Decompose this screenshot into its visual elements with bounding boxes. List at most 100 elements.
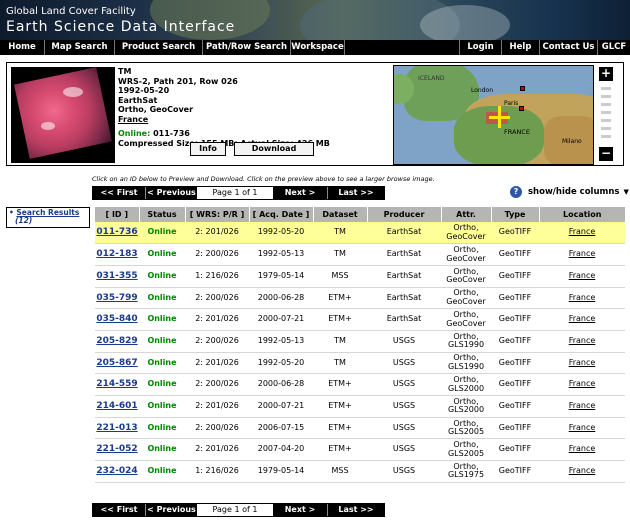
table-row[interactable]: 214-559 Online 2: 200/026 2000-06-28 ETM+ USG… <box>95 373 625 396</box>
cell-location-text[interactable]: France <box>569 444 596 454</box>
nav-contact-us[interactable]: Contact Us <box>540 40 598 55</box>
cell-id-text[interactable]: 031-355 <box>96 271 137 281</box>
cell-id[interactable]: 214-559 <box>95 373 139 396</box>
cell-id[interactable]: 221-013 <box>95 417 139 440</box>
nav-path-row-search[interactable]: Path/Row Search <box>203 40 291 55</box>
cell-location[interactable]: France <box>539 265 625 288</box>
cell-id[interactable]: 205-867 <box>95 352 139 375</box>
info-button[interactable]: Info <box>190 142 226 156</box>
next-page-button[interactable]: Next > <box>273 504 327 516</box>
search-results-box[interactable]: • Search Results (12) <box>6 207 90 228</box>
scene-location[interactable]: France <box>118 115 388 125</box>
nav-help[interactable]: Help <box>502 40 540 55</box>
cell-id-text[interactable]: 011-736 <box>96 227 137 237</box>
col-header-date[interactable]: [ Acq. Date ] <box>249 207 314 222</box>
zoom-level-tick[interactable] <box>601 95 611 98</box>
previous-page-button[interactable]: < Previous <box>145 187 197 199</box>
cell-id-text[interactable]: 214-601 <box>96 401 137 411</box>
nav-map-search[interactable]: Map Search <box>45 40 115 55</box>
cell-id[interactable]: 031-355 <box>95 265 139 288</box>
show-hide-columns[interactable]: ? show/hide columns ▼ <box>510 186 629 198</box>
col-header-wrs[interactable]: [ WRS: P/R ] <box>185 207 250 222</box>
help-icon[interactable]: ? <box>510 186 522 198</box>
table-row[interactable]: 205-829 Online 2: 200/026 1992-05-13 TM USGS O… <box>95 330 625 353</box>
cell-id-text[interactable]: 214-559 <box>96 379 137 389</box>
download-button[interactable]: Download <box>234 142 314 156</box>
cell-location-text[interactable]: France <box>569 271 596 280</box>
cell-location[interactable]: France <box>539 352 625 375</box>
cell-location[interactable]: France <box>539 308 625 331</box>
nav-workspace[interactable]: Workspace <box>291 40 345 55</box>
table-row[interactable]: 012-183 Online 2: 200/026 1992-05-13 TM Earth… <box>95 243 625 266</box>
nav-home[interactable]: Home <box>0 40 45 55</box>
cell-location[interactable]: France <box>539 417 625 440</box>
zoom-level-tick[interactable] <box>601 135 611 138</box>
cell-id-text[interactable]: 221-013 <box>96 423 137 433</box>
zoom-out-icon[interactable]: − <box>599 147 613 161</box>
cell-location-text[interactable]: France <box>569 293 596 302</box>
cell-id[interactable]: 205-829 <box>95 330 139 353</box>
cell-id-text[interactable]: 035-799 <box>96 293 137 303</box>
first-page-button[interactable]: << First <box>93 187 145 199</box>
nav-product-search[interactable]: Product Search <box>115 40 203 55</box>
zoom-in-icon[interactable]: + <box>599 67 613 81</box>
nav-login[interactable]: Login <box>460 40 502 55</box>
cell-id-text[interactable]: 012-183 <box>96 249 137 259</box>
last-page-button[interactable]: Last >> <box>327 187 384 199</box>
cell-location-text[interactable]: France <box>569 336 596 345</box>
table-row[interactable]: 031-355 Online 1: 216/026 1979-05-14 MSS Eart… <box>95 265 625 288</box>
first-page-button[interactable]: << First <box>93 504 145 516</box>
show-hide-label[interactable]: show/hide columns <box>528 187 620 197</box>
table-row[interactable]: 214-601 Online 2: 201/026 2000-07-21 ETM+ USG… <box>95 395 625 418</box>
cell-location[interactable]: France <box>539 460 625 483</box>
cell-location[interactable]: France <box>539 438 625 462</box>
table-row[interactable]: 232-024 Online 1: 216/026 1979-05-14 MSS USGS… <box>95 460 625 483</box>
cell-location-text[interactable]: France <box>569 466 596 475</box>
next-page-button[interactable]: Next > <box>273 187 327 199</box>
table-row[interactable]: 035-840 Online 2: 201/026 2000-07-21 ETM+ Ear… <box>95 308 625 331</box>
cell-id[interactable]: 035-840 <box>95 308 139 331</box>
cell-location[interactable]: France <box>539 395 625 418</box>
table-row[interactable]: 221-052 Online 2: 201/026 2007-04-20 ETM+ USG… <box>95 438 625 462</box>
cell-location[interactable]: France <box>539 243 625 266</box>
location-map[interactable]: ICELAND London Paris FRANCE Milano <box>393 65 594 165</box>
cell-location[interactable]: France <box>539 330 625 353</box>
cell-id[interactable]: 214-601 <box>95 395 139 418</box>
cell-location[interactable]: France <box>539 287 625 310</box>
zoom-level-tick[interactable] <box>601 119 611 122</box>
cell-id[interactable]: 035-799 <box>95 287 139 310</box>
cell-id-text[interactable]: 221-052 <box>96 444 137 454</box>
cell-location-text[interactable]: France <box>569 358 596 367</box>
cell-location-text[interactable]: France <box>569 401 596 410</box>
browse-image[interactable] <box>11 67 115 163</box>
cell-location-text[interactable]: France <box>569 314 596 324</box>
chevron-down-icon[interactable]: ▼ <box>624 188 629 196</box>
cell-id[interactable]: 011-736 <box>95 222 139 245</box>
cell-id-text[interactable]: 205-867 <box>96 358 137 368</box>
cell-id[interactable]: 232-024 <box>95 460 139 483</box>
cell-id-text[interactable]: 205-829 <box>96 336 137 346</box>
cell-id-text[interactable]: 232-024 <box>96 466 137 476</box>
previous-page-button[interactable]: < Previous <box>145 504 197 516</box>
cell-producer-text: EarthSat <box>386 270 422 280</box>
cell-location-text[interactable]: France <box>569 227 596 237</box>
cell-id-text[interactable]: 035-840 <box>96 314 137 324</box>
cell-location-text[interactable]: France <box>569 249 596 259</box>
zoom-level-tick[interactable] <box>601 127 611 130</box>
cell-location-text[interactable]: France <box>569 423 596 432</box>
cell-location-text[interactable]: France <box>569 379 596 389</box>
nav-glcf[interactable]: GLCF <box>598 40 630 55</box>
table-row[interactable]: 011-736 Online 2: 201/026 1992-05-20 TM Earth… <box>95 222 625 245</box>
cell-id[interactable]: 221-052 <box>95 438 139 462</box>
zoom-level-tick[interactable] <box>601 103 611 106</box>
last-page-button[interactable]: Last >> <box>327 504 384 516</box>
table-row[interactable]: 035-799 Online 2: 200/026 2000-06-28 ETM+ Ear… <box>95 287 625 310</box>
col-header-id[interactable]: [ ID ] <box>95 207 140 222</box>
table-row[interactable]: 205-867 Online 2: 201/026 1992-05-20 TM USGS O… <box>95 352 625 375</box>
cell-location[interactable]: France <box>539 373 625 396</box>
table-row[interactable]: 221-013 Online 2: 200/026 2006-07-15 ETM+ USG… <box>95 417 625 440</box>
zoom-level-tick[interactable] <box>601 87 611 90</box>
cell-id[interactable]: 012-183 <box>95 243 139 266</box>
cell-location[interactable]: France <box>539 222 625 245</box>
zoom-level-tick[interactable] <box>601 111 611 114</box>
